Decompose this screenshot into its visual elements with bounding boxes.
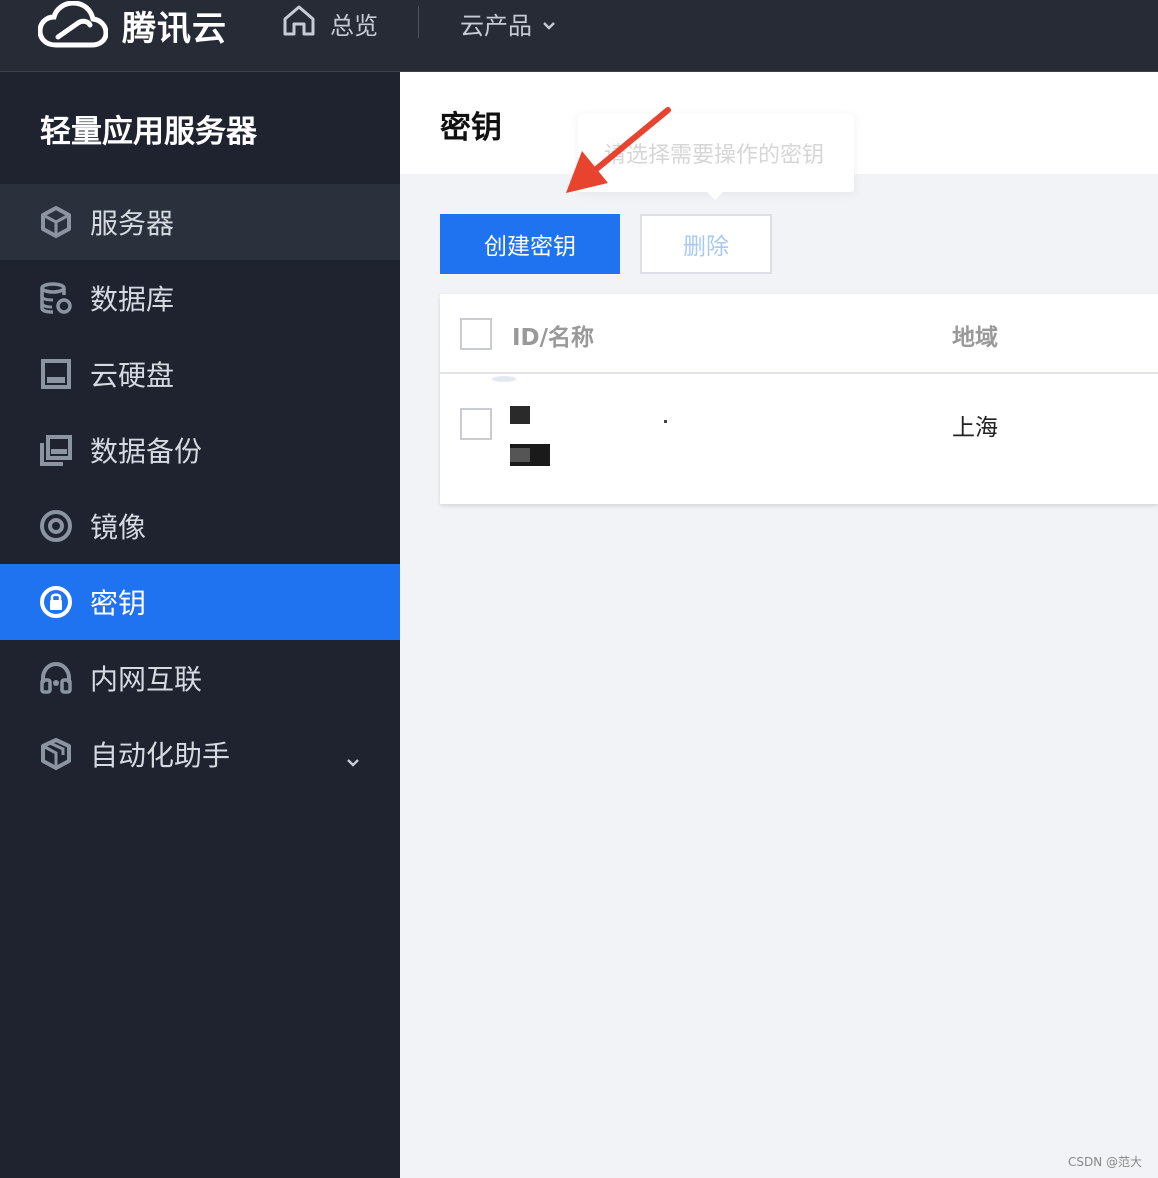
create-key-button[interactable]: 创建密钥 bbox=[440, 214, 620, 274]
key-lock-icon bbox=[38, 584, 74, 620]
redaction-mark bbox=[492, 376, 516, 382]
sidebar-item-servers[interactable]: 服务器 bbox=[0, 184, 400, 260]
row-checkbox[interactable] bbox=[460, 408, 492, 440]
cube-icon bbox=[38, 204, 74, 240]
sidebar: 轻量应用服务器 服务器 数据库 云硬盘 数据备份 镜像 密钥 内网互联 自动化助… bbox=[0, 72, 400, 1178]
brand-name: 腾讯云 bbox=[122, 8, 227, 49]
sidebar-item-label: 数据备份 bbox=[90, 435, 203, 468]
watermark: CSDN @范大 bbox=[1067, 1155, 1142, 1169]
delete-button[interactable]: 删除 bbox=[640, 214, 772, 274]
nav-overview[interactable]: 总览 bbox=[282, 0, 378, 46]
nav-products-label: 云产品 bbox=[460, 11, 532, 40]
nav-products-dropdown[interactable]: 云产品 bbox=[460, 0, 556, 46]
sidebar-item-cloud-disk[interactable]: 云硬盘 bbox=[0, 336, 400, 412]
annotation-arrow bbox=[566, 107, 671, 193]
brand-logo[interactable]: 腾讯云 bbox=[38, 0, 227, 50]
backup-icon bbox=[38, 432, 74, 468]
select-all-checkbox[interactable] bbox=[460, 318, 492, 350]
home-icon bbox=[282, 4, 316, 42]
tooltip-caret bbox=[706, 191, 724, 200]
database-icon bbox=[38, 280, 74, 316]
table-header: ID/名称 地域 bbox=[440, 294, 1158, 374]
column-header-region: 地域 bbox=[952, 325, 998, 351]
cell-region: 上海 bbox=[952, 415, 998, 441]
column-header-id-name: ID/名称 bbox=[512, 325, 595, 351]
chevron-down-icon[interactable] bbox=[346, 742, 360, 775]
disk-icon bbox=[38, 356, 74, 392]
nav-divider bbox=[418, 6, 419, 38]
headset-icon bbox=[38, 660, 74, 696]
package-icon bbox=[38, 736, 74, 772]
page-title: 密钥 bbox=[440, 110, 502, 146]
redaction-mark bbox=[510, 448, 530, 462]
main-content: 密钥 请选择需要操作的密钥 创建密钥 删除 ID/名称 地域 上海 bbox=[400, 72, 1158, 1178]
sidebar-title: 轻量应用服务器 bbox=[40, 113, 257, 150]
keys-table: ID/名称 地域 上海 bbox=[440, 294, 1158, 504]
chevron-down-icon bbox=[542, 9, 556, 37]
redaction-mark bbox=[510, 406, 530, 424]
redaction-mark bbox=[664, 420, 667, 423]
sidebar-item-label: 密钥 bbox=[90, 587, 147, 620]
sidebar-item-image[interactable]: 镜像 bbox=[0, 488, 400, 564]
sidebar-item-label: 内网互联 bbox=[90, 663, 203, 696]
sidebar-item-database[interactable]: 数据库 bbox=[0, 260, 400, 336]
sidebar-item-label: 云硬盘 bbox=[90, 359, 175, 392]
cloud-logo-icon bbox=[38, 1, 108, 49]
sidebar-item-label: 镜像 bbox=[90, 511, 147, 544]
nav-overview-label: 总览 bbox=[330, 11, 378, 40]
sidebar-item-automation[interactable]: 自动化助手 bbox=[0, 716, 400, 792]
sidebar-item-label: 数据库 bbox=[90, 283, 175, 316]
sidebar-item-label: 服务器 bbox=[90, 207, 175, 240]
disc-icon bbox=[38, 508, 74, 544]
sidebar-item-label: 自动化助手 bbox=[90, 739, 231, 772]
sidebar-item-intranet[interactable]: 内网互联 bbox=[0, 640, 400, 716]
table-row[interactable]: 上海 bbox=[440, 374, 1158, 502]
top-navbar: 腾讯云 总览 云产品 bbox=[0, 0, 1158, 72]
sidebar-item-backup[interactable]: 数据备份 bbox=[0, 412, 400, 488]
sidebar-item-keys[interactable]: 密钥 bbox=[0, 564, 400, 640]
